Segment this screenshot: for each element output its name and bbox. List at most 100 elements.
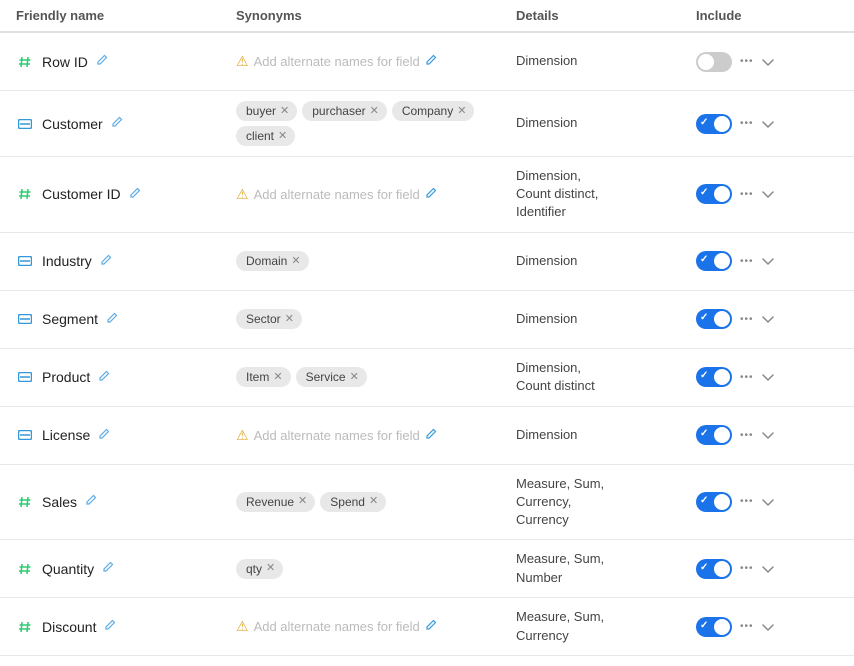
- details-cell-segment: Dimension: [516, 310, 696, 328]
- add-synonym-area-customer-id[interactable]: ⚠Add alternate names for field: [236, 186, 437, 203]
- toggle-license[interactable]: ✓: [696, 425, 732, 445]
- remove-synonym-button[interactable]: ✕: [266, 563, 275, 574]
- details-cell-sales: Measure, Sum, Currency, Currency: [516, 475, 696, 530]
- edit-name-icon-industry[interactable]: [100, 254, 112, 269]
- add-synonym-edit-icon[interactable]: [425, 619, 437, 634]
- remove-synonym-button[interactable]: ✕: [278, 131, 287, 142]
- field-name-cell-segment: Segment: [16, 310, 236, 328]
- remove-synonym-button[interactable]: ✕: [298, 496, 307, 507]
- edit-name-icon-row-id[interactable]: [96, 54, 108, 69]
- string-icon: [16, 368, 34, 386]
- table-header: Friendly name Synonyms Details Include: [0, 0, 854, 33]
- toggle-customer[interactable]: ✓: [696, 114, 732, 134]
- field-name-cell-product: Product: [16, 368, 236, 386]
- expand-button-segment[interactable]: [762, 311, 774, 327]
- toggle-product[interactable]: ✓: [696, 367, 732, 387]
- synonym-tag: client ✕: [236, 126, 295, 146]
- add-synonym-area-discount[interactable]: ⚠Add alternate names for field: [236, 618, 437, 635]
- toggle-segment[interactable]: ✓: [696, 309, 732, 329]
- table-row: Segment Sector ✕ Dimension✓ •••: [0, 291, 854, 349]
- add-synonym-placeholder: Add alternate names for field: [254, 54, 420, 69]
- table-row: Customerbuyer✕purchaser✕Company✕client✕D…: [0, 91, 854, 157]
- synonym-tag: Company✕: [392, 101, 475, 121]
- synonym-tag-label: purchaser: [312, 104, 365, 118]
- more-options-button-discount[interactable]: •••: [740, 621, 754, 632]
- toggle-quantity[interactable]: ✓: [696, 559, 732, 579]
- synonym-tag-label: Spend: [330, 495, 365, 509]
- toggle-discount[interactable]: ✓: [696, 617, 732, 637]
- expand-button-quantity[interactable]: [762, 561, 774, 577]
- edit-name-icon-sales[interactable]: [85, 494, 97, 509]
- synonym-tag: Item✕: [236, 367, 291, 387]
- more-options-button-customer-id[interactable]: •••: [740, 189, 754, 200]
- add-synonym-edit-icon[interactable]: [425, 428, 437, 443]
- expand-button-customer-id[interactable]: [762, 186, 774, 202]
- edit-name-icon-discount[interactable]: [104, 619, 116, 634]
- synonyms-cell-row-id: ⚠Add alternate names for field: [236, 53, 516, 70]
- field-name-cell-license: License: [16, 426, 236, 444]
- remove-synonym-button[interactable]: ✕: [291, 256, 300, 267]
- toggle-customer-id[interactable]: ✓: [696, 184, 732, 204]
- details-cell-industry: Dimension: [516, 252, 696, 270]
- synonym-tag-label: Sector: [246, 312, 281, 326]
- synonym-tag: Revenue✕: [236, 492, 315, 512]
- more-options-button-product[interactable]: •••: [740, 372, 754, 383]
- field-name-cell-row-id: Row ID: [16, 53, 236, 71]
- synonyms-cell-sales: Revenue✕ Spend ✕: [236, 492, 516, 512]
- hash-icon: [16, 53, 34, 71]
- hash-icon: [16, 618, 34, 636]
- remove-synonym-button[interactable]: ✕: [370, 106, 379, 117]
- remove-synonym-button[interactable]: ✕: [285, 314, 294, 325]
- include-cell-product: ✓ •••: [696, 367, 796, 387]
- toggle-sales[interactable]: ✓: [696, 492, 732, 512]
- more-options-button-license[interactable]: •••: [740, 430, 754, 441]
- details-cell-product: Dimension, Count distinct: [516, 359, 696, 395]
- expand-button-product[interactable]: [762, 369, 774, 385]
- more-options-button-segment[interactable]: •••: [740, 314, 754, 325]
- expand-button-license[interactable]: [762, 427, 774, 443]
- edit-name-icon-quantity[interactable]: [102, 561, 114, 576]
- expand-button-customer[interactable]: [762, 116, 774, 132]
- table-row: License⚠Add alternate names for fieldDim…: [0, 407, 854, 465]
- table-row: IndustryDomain✕Dimension✓•••: [0, 233, 854, 291]
- toggle-row-id[interactable]: [696, 52, 732, 72]
- add-synonym-placeholder: Add alternate names for field: [254, 619, 420, 634]
- remove-synonym-button[interactable]: ✕: [350, 372, 359, 383]
- remove-synonym-button[interactable]: ✕: [369, 496, 378, 507]
- remove-synonym-button[interactable]: ✕: [280, 106, 289, 117]
- table-row: Quantityqty✕Measure, Sum, Number✓•••: [0, 540, 854, 598]
- more-options-button-sales[interactable]: •••: [740, 496, 754, 507]
- include-cell-license: ✓ •••: [696, 425, 796, 445]
- synonym-tag-label: client: [246, 129, 274, 143]
- string-icon: [16, 115, 34, 133]
- edit-name-icon-segment[interactable]: [106, 312, 118, 327]
- edit-name-icon-customer[interactable]: [111, 116, 123, 131]
- more-options-button-customer[interactable]: •••: [740, 118, 754, 129]
- expand-button-discount[interactable]: [762, 619, 774, 635]
- add-synonym-edit-icon[interactable]: [425, 187, 437, 202]
- expand-button-industry[interactable]: [762, 253, 774, 269]
- synonyms-cell-customer: buyer✕purchaser✕Company✕client✕: [236, 101, 516, 146]
- field-name-cell-discount: Discount: [16, 618, 236, 636]
- expand-button-row-id[interactable]: [762, 54, 774, 70]
- header-actions: [796, 8, 854, 23]
- more-options-button-industry[interactable]: •••: [740, 256, 754, 267]
- expand-button-sales[interactable]: [762, 494, 774, 510]
- add-synonym-edit-icon[interactable]: [425, 54, 437, 69]
- remove-synonym-button[interactable]: ✕: [273, 372, 282, 383]
- more-options-button-quantity[interactable]: •••: [740, 563, 754, 574]
- field-name-row-id: Row ID: [42, 54, 88, 70]
- add-synonym-area-row-id[interactable]: ⚠Add alternate names for field: [236, 53, 437, 70]
- field-name-cell-sales: Sales: [16, 493, 236, 511]
- remove-synonym-button[interactable]: ✕: [457, 106, 466, 117]
- add-synonym-area-license[interactable]: ⚠Add alternate names for field: [236, 427, 437, 444]
- include-cell-discount: ✓ •••: [696, 617, 796, 637]
- field-name-industry: Industry: [42, 253, 92, 269]
- warning-icon: ⚠: [236, 427, 249, 444]
- edit-name-icon-license[interactable]: [98, 428, 110, 443]
- edit-name-icon-product[interactable]: [98, 370, 110, 385]
- more-options-button-row-id[interactable]: •••: [740, 56, 754, 67]
- toggle-industry[interactable]: ✓: [696, 251, 732, 271]
- edit-name-icon-customer-id[interactable]: [129, 187, 141, 202]
- table-row: Row ID⚠Add alternate names for fieldDime…: [0, 33, 854, 91]
